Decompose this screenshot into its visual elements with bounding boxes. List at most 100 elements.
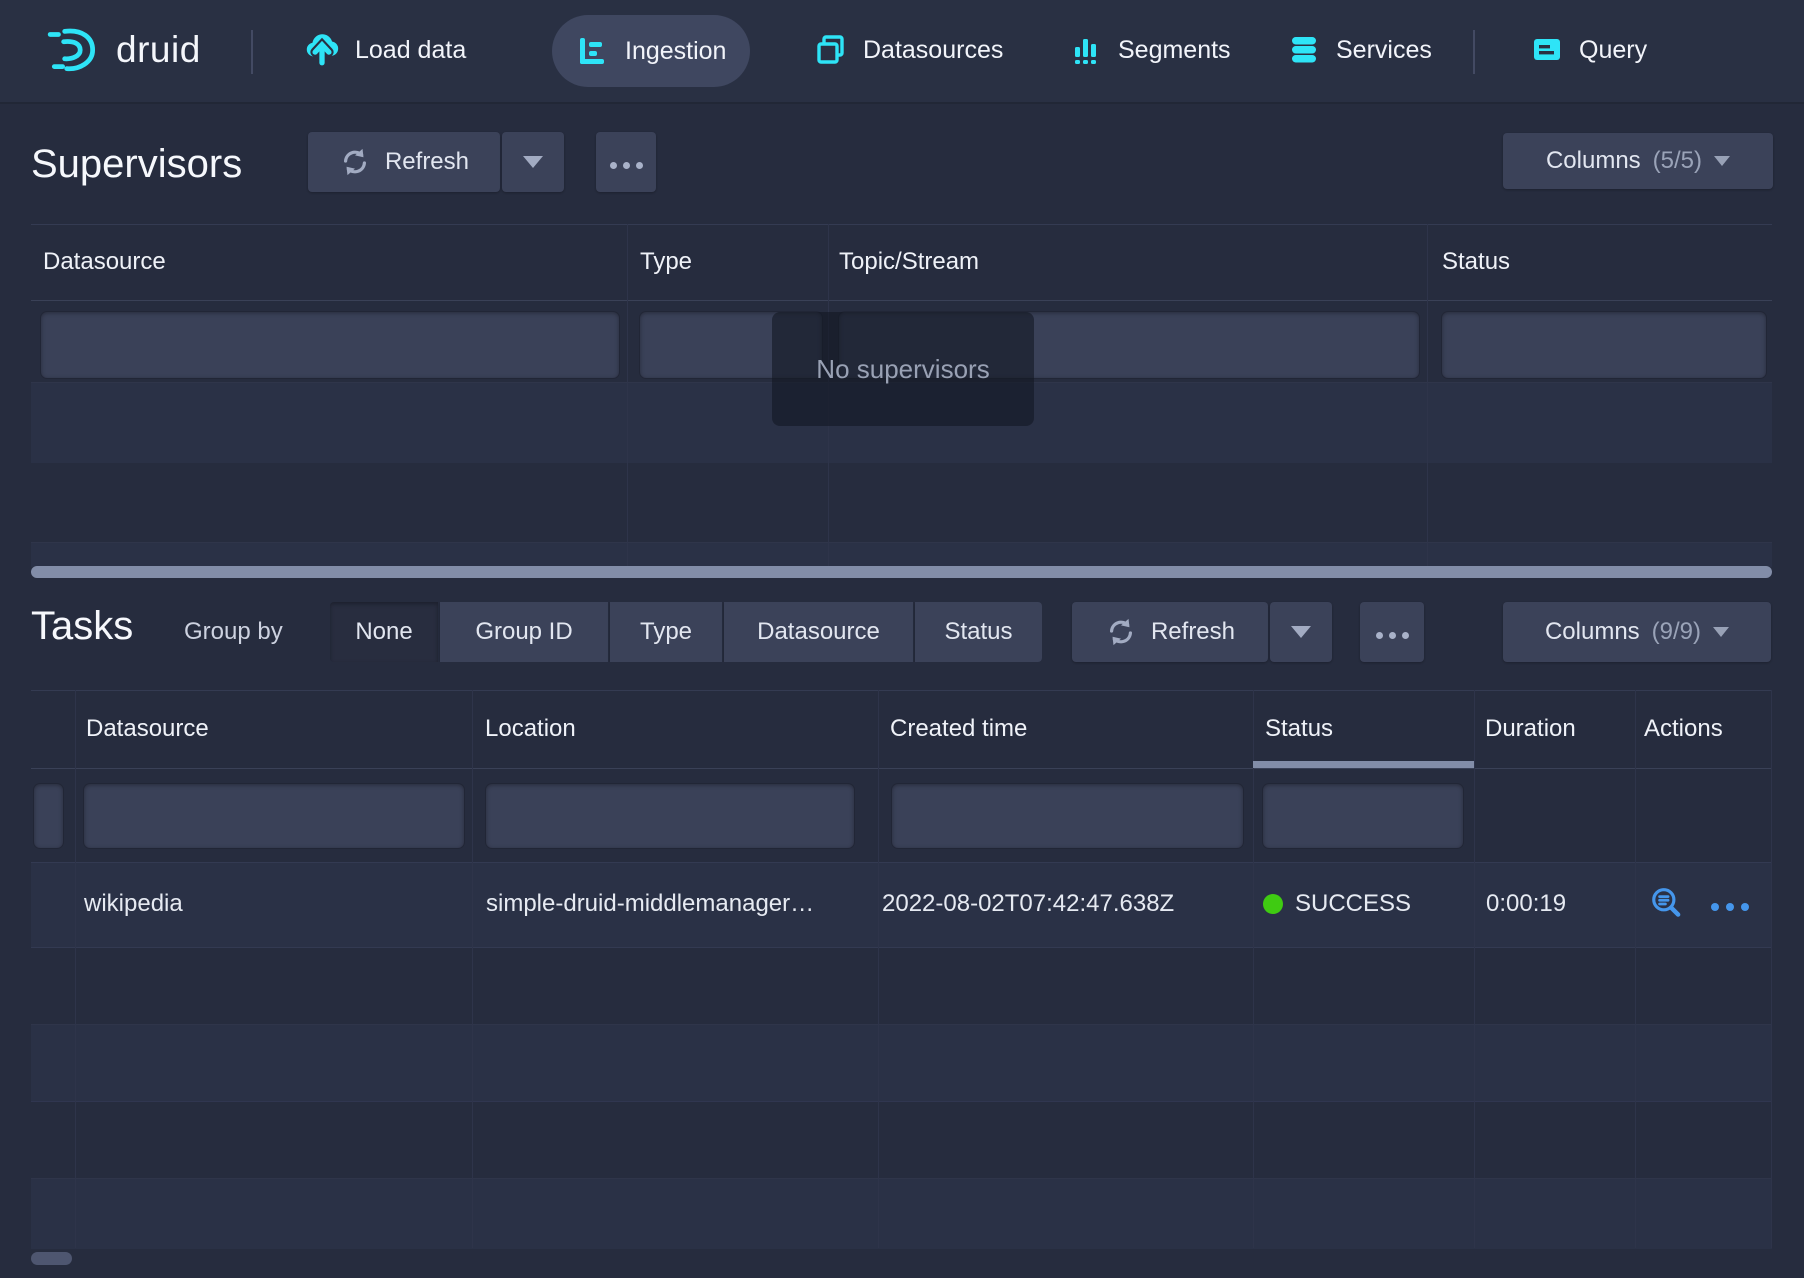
more-icon: [607, 148, 646, 176]
supervisors-table: Datasource Type Topic/Stream Status No s…: [31, 224, 1772, 578]
column-header-datasource[interactable]: Datasource: [43, 224, 166, 300]
nav-item-load-data[interactable]: Load data: [280, 0, 490, 100]
group-by-status-button[interactable]: Status: [915, 602, 1042, 662]
gridline: [1253, 690, 1254, 1248]
column-header-created-time[interactable]: Created time: [890, 690, 1027, 768]
console-icon: [1530, 33, 1564, 67]
status-label: SUCCESS: [1295, 890, 1411, 918]
column-header-datasource[interactable]: Datasource: [86, 690, 209, 768]
header-border: [31, 768, 1772, 769]
supervisors-more-button[interactable]: [596, 132, 656, 192]
tasks-columns-button[interactable]: Columns (9/9): [1503, 602, 1771, 662]
column-header-location[interactable]: Location: [485, 690, 576, 768]
supervisors-refresh-button[interactable]: Refresh: [308, 132, 500, 192]
columns-label: Columns: [1546, 147, 1641, 175]
supervisors-refresh-dropdown-button[interactable]: [502, 132, 564, 192]
table-row: [31, 1024, 1772, 1102]
group-by-datasource-button[interactable]: Datasource: [724, 602, 915, 662]
chevron-down-icon: [1714, 156, 1730, 166]
supervisors-filter-datasource[interactable]: [41, 312, 619, 378]
nav-item-label: Query: [1579, 36, 1647, 65]
gridline: [878, 690, 879, 1248]
nav-item-query[interactable]: Query: [1506, 0, 1671, 100]
chevron-down-icon: [1291, 626, 1311, 638]
supervisors-title: Supervisors: [31, 142, 242, 187]
columns-count: (5/5): [1653, 147, 1702, 175]
task-cell-created-time[interactable]: 2022-08-02T07:42:47.638Z: [882, 862, 1174, 946]
nav-divider: [1473, 30, 1475, 74]
nav-item-label: Load data: [355, 36, 466, 65]
column-header-actions[interactable]: Actions: [1644, 690, 1723, 768]
gridline: [1427, 224, 1428, 566]
nav-item-label: Segments: [1118, 36, 1231, 65]
group-by-segmented-control: None Group ID Type Datasource Status: [330, 602, 1042, 662]
refresh-label: Refresh: [385, 148, 469, 176]
tasks-horizontal-scrollbar[interactable]: [31, 1252, 72, 1265]
more-icon: [1373, 618, 1412, 646]
gridline: [1635, 690, 1636, 1248]
column-header-topic-stream[interactable]: Topic/Stream: [839, 224, 979, 300]
tasks-more-button[interactable]: [1360, 602, 1424, 662]
tasks-refresh-dropdown-button[interactable]: [1270, 602, 1332, 662]
header-border: [31, 300, 1772, 301]
column-header-duration[interactable]: Duration: [1485, 690, 1576, 768]
refresh-label: Refresh: [1151, 618, 1235, 646]
group-by-none-button[interactable]: None: [330, 602, 440, 662]
gridline: [1771, 690, 1772, 1248]
refresh-icon: [1105, 616, 1137, 648]
columns-count: (9/9): [1652, 618, 1701, 646]
cloud-upload-icon: [304, 32, 340, 68]
tasks-refresh-button[interactable]: Refresh: [1072, 602, 1268, 662]
table-row: [31, 542, 1772, 567]
supervisors-columns-button[interactable]: Columns (5/5): [1503, 133, 1773, 189]
task-cell-actions: [1649, 862, 1752, 946]
gridline: [472, 690, 473, 1248]
group-by-type-button[interactable]: Type: [610, 602, 724, 662]
tasks-filter-status[interactable]: [1263, 784, 1463, 848]
nav-item-segments[interactable]: Segments: [1045, 0, 1255, 100]
columns-label: Columns: [1545, 618, 1640, 646]
bar-chart-icon: [1069, 33, 1103, 67]
task-cell-duration[interactable]: 0:00:19: [1486, 862, 1566, 946]
gridline: [75, 690, 76, 1248]
nav-item-label: Ingestion: [625, 37, 726, 66]
task-cell-datasource[interactable]: wikipedia: [84, 862, 183, 946]
gridline: [1474, 690, 1475, 1248]
task-cell-status[interactable]: SUCCESS: [1263, 862, 1411, 946]
refresh-icon: [339, 146, 371, 178]
sort-indicator: [1253, 761, 1474, 768]
tasks-filter-created-time[interactable]: [892, 784, 1243, 848]
druid-logo-icon: [44, 21, 104, 79]
group-by-label: Group by: [184, 618, 283, 646]
tasks-table: Datasource Location Created time Status …: [31, 690, 1772, 1248]
nav-item-services[interactable]: Services: [1263, 0, 1456, 100]
nav-item-ingestion[interactable]: Ingestion: [552, 15, 750, 87]
task-cell-location[interactable]: simple-druid-middlemanager…: [486, 862, 814, 946]
ingestion-chart-icon: [576, 34, 610, 68]
stacked-squares-icon: [814, 33, 848, 67]
druid-logo[interactable]: druid: [44, 0, 201, 100]
supervisors-filter-status[interactable]: [1442, 312, 1766, 378]
column-header-type[interactable]: Type: [640, 224, 692, 300]
success-status-dot: [1263, 894, 1283, 914]
group-by-group-id-button[interactable]: Group ID: [440, 602, 610, 662]
nav-item-datasources[interactable]: Datasources: [790, 0, 1027, 100]
nav-divider: [251, 30, 253, 74]
tasks-filter-datasource[interactable]: [84, 784, 464, 848]
tasks-filter-location[interactable]: [486, 784, 854, 848]
nav-item-label: Services: [1336, 36, 1432, 65]
gridline: [627, 224, 628, 566]
column-header-status[interactable]: Status: [1442, 224, 1510, 300]
task-actions-more-icon[interactable]: [1707, 890, 1752, 918]
table-row: [31, 1178, 1772, 1249]
top-nav: druid Load data: [0, 0, 1804, 104]
database-icon: [1287, 33, 1321, 67]
no-supervisors-message: No supervisors: [772, 312, 1034, 426]
druid-console: druid Load data: [0, 0, 1804, 1278]
supervisors-horizontal-scrollbar[interactable]: [31, 566, 1772, 578]
column-header-status-sorted[interactable]: Status: [1265, 690, 1333, 768]
task-detail-magnifier-icon[interactable]: [1649, 886, 1685, 922]
tasks-filter-task-id[interactable]: [34, 784, 63, 848]
chevron-down-icon: [1713, 627, 1729, 637]
chevron-down-icon: [523, 156, 543, 168]
